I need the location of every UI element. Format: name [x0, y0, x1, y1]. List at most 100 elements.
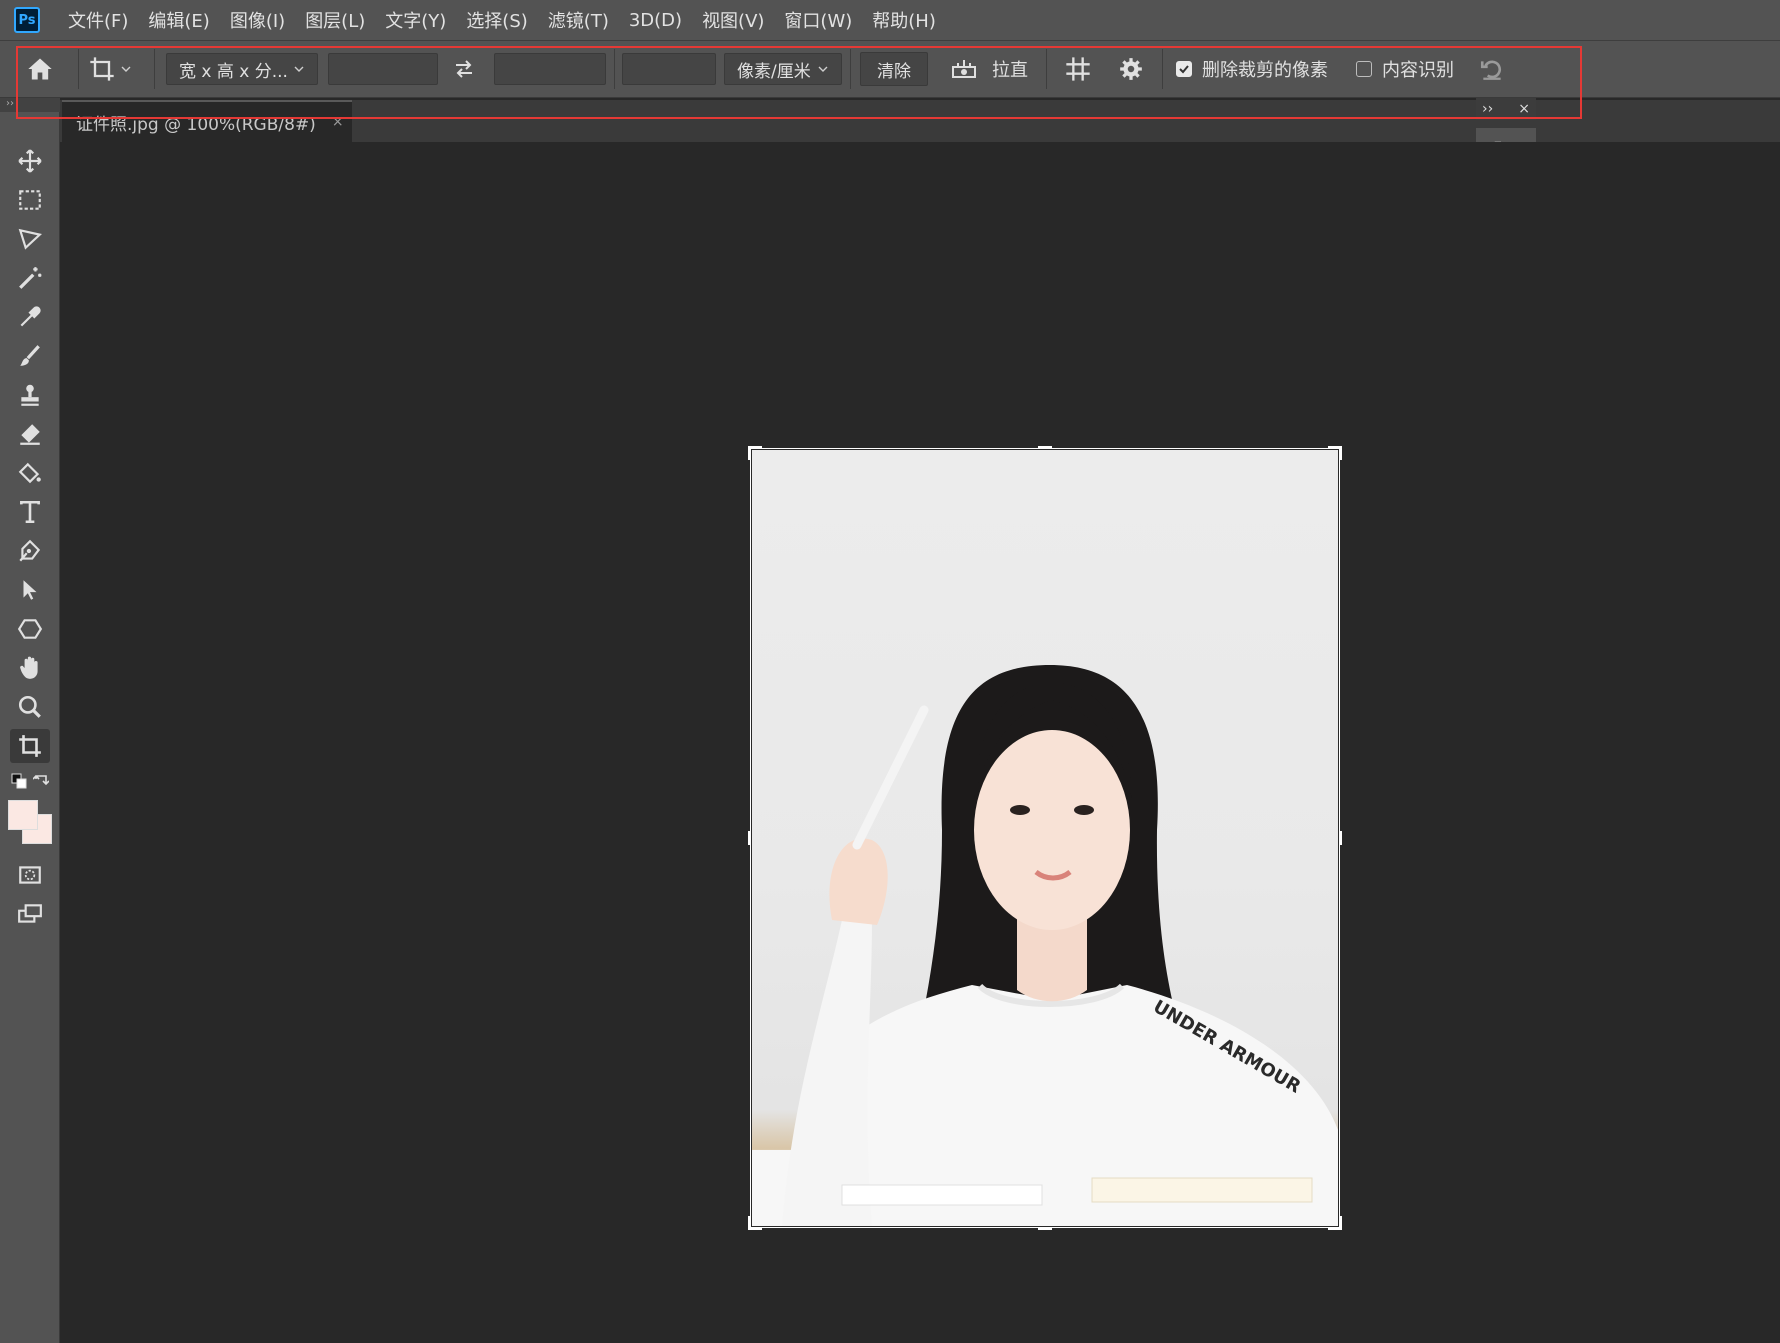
crop-handle-bottom-right-v[interactable]	[1339, 1216, 1342, 1230]
close-panel-button[interactable]: ×	[1518, 101, 1530, 117]
expand-panels-button[interactable]: ››	[1482, 101, 1493, 117]
crop-handle-bottom-left-v[interactable]	[748, 1216, 751, 1230]
unit-dropdown[interactable]: 像素/厘米	[724, 53, 842, 85]
type-tool[interactable]	[10, 495, 50, 529]
close-tab-button[interactable]: ×	[332, 114, 344, 130]
foreground-color-swatch[interactable]	[8, 800, 38, 830]
reset-crop-button[interactable]	[1478, 51, 1506, 87]
resolution-field[interactable]	[622, 53, 716, 85]
options-bar: 宽 x 高 x 分... 像素/厘米 清除 拉直 删除裁剪的像素 内容识别	[0, 40, 1780, 98]
crop-handle-top-mid[interactable]	[1038, 446, 1052, 449]
menu-type[interactable]: 文字(Y)	[385, 7, 446, 33]
pen-icon	[19, 539, 41, 562]
menu-view[interactable]: 视图(V)	[702, 7, 764, 33]
gear-icon	[1120, 58, 1142, 80]
move-tool[interactable]	[10, 144, 50, 178]
clear-button[interactable]: 清除	[860, 52, 928, 86]
delete-cropped-option[interactable]: 删除裁剪的像素	[1176, 51, 1328, 87]
magic-wand-tool[interactable]	[10, 261, 50, 295]
brush-icon	[20, 345, 40, 366]
crop-handle-top-right-v[interactable]	[1339, 446, 1342, 460]
unit-value: 像素/厘米	[737, 61, 811, 82]
paint-bucket-icon	[18, 462, 41, 484]
swap-dimensions-button[interactable]	[452, 51, 482, 87]
panel-header: ›› ×	[1476, 98, 1536, 120]
chevron-down-icon	[121, 66, 131, 72]
swap-colors-icon	[33, 775, 49, 786]
screen-mode-button[interactable]	[10, 897, 50, 931]
zoom-icon	[18, 695, 41, 718]
portrait-illustration: UNDER ARMOUR	[752, 665, 1338, 1226]
menu-help[interactable]: 帮助(H)	[872, 7, 936, 33]
stamp-icon	[21, 384, 39, 406]
crop-icon	[19, 735, 41, 757]
crop-handle-top-left-v[interactable]	[748, 446, 751, 460]
height-field[interactable]	[494, 53, 606, 85]
delete-cropped-label: 删除裁剪的像素	[1202, 60, 1328, 81]
hand-icon	[20, 656, 38, 679]
document-tab-title: 证件照.jpg @ 100%(RGB/8#)	[76, 114, 316, 135]
toolbar-collapse-arrows[interactable]: ››	[0, 98, 60, 112]
paint-bucket-tool[interactable]	[10, 456, 50, 490]
crop-settings-button[interactable]	[1118, 51, 1144, 87]
shape-tool[interactable]	[10, 612, 50, 646]
menu-filter[interactable]: 滤镜(T)	[548, 7, 609, 33]
menu-3d[interactable]: 3D(D)	[629, 10, 682, 31]
home-icon	[28, 58, 52, 80]
crop-tool-icon	[90, 57, 114, 81]
ratio-preset-value: 宽 x 高 x 分...	[179, 61, 288, 82]
zoom-tool[interactable]	[10, 690, 50, 724]
overlay-options-button[interactable]	[1064, 51, 1092, 87]
magic-wand-icon	[19, 267, 42, 289]
menu-image[interactable]: 图像(I)	[230, 7, 285, 33]
marquee-tool[interactable]	[10, 183, 50, 217]
crop-tool[interactable]	[10, 729, 50, 763]
default-colors-icon	[11, 773, 27, 789]
crop-handle-bottom-mid[interactable]	[1038, 1227, 1052, 1230]
checkmark-icon	[1179, 65, 1189, 74]
pen-tool[interactable]	[10, 534, 50, 568]
path-select-tool[interactable]	[10, 573, 50, 607]
content-aware-label: 内容识别	[1382, 60, 1454, 81]
eraser-icon	[20, 424, 40, 445]
ps-logo: Ps	[14, 7, 40, 33]
menu-layer[interactable]: 图层(L)	[305, 7, 365, 33]
path-select-icon	[23, 580, 37, 600]
eraser-tool[interactable]	[10, 417, 50, 451]
width-field[interactable]	[328, 53, 438, 85]
move-icon	[18, 149, 42, 173]
lasso-tool[interactable]	[10, 222, 50, 256]
delete-cropped-checkbox[interactable]	[1176, 61, 1192, 77]
crop-tool-preset[interactable]	[88, 51, 144, 87]
ratio-preset-dropdown[interactable]: 宽 x 高 x 分...	[166, 53, 318, 85]
eyedropper-tool[interactable]	[10, 300, 50, 334]
straighten-label: 拉直	[992, 60, 1028, 81]
home-button[interactable]	[26, 51, 62, 87]
marquee-icon	[19, 190, 41, 210]
menu-select[interactable]: 选择(S)	[466, 7, 527, 33]
brush-tool[interactable]	[10, 339, 50, 373]
content-aware-checkbox[interactable]	[1356, 61, 1372, 77]
photoshop-window: Ps 文件(F) 编辑(E) 图像(I) 图层(L) 文字(Y) 选择(S) 滤…	[0, 0, 1780, 1343]
straighten-icon	[952, 60, 976, 78]
tools-panel	[0, 112, 60, 1343]
hand-tool[interactable]	[10, 651, 50, 685]
type-icon	[20, 500, 40, 524]
straighten-button[interactable]: 拉直	[950, 51, 1028, 87]
stamp-tool[interactable]	[10, 378, 50, 412]
document-tab[interactable]: 证件照.jpg @ 100%(RGB/8#) ×	[62, 100, 352, 142]
screen-mode-icon	[18, 904, 42, 923]
swap-icon	[456, 60, 472, 78]
portrait-photo[interactable]: UNDER ARMOUR	[752, 450, 1338, 1226]
lasso-icon	[18, 228, 43, 250]
menu-file[interactable]: 文件(F)	[68, 7, 128, 33]
quick-mask-button[interactable]	[10, 858, 50, 892]
crop-handle-right-mid[interactable]	[1339, 831, 1342, 845]
crop-handle-left-mid[interactable]	[748, 831, 751, 845]
menu-window[interactable]: 窗口(W)	[784, 7, 852, 33]
quick-mask-icon	[19, 866, 41, 884]
content-aware-option[interactable]: 内容识别	[1356, 51, 1454, 87]
menu-edit[interactable]: 编辑(E)	[148, 7, 209, 33]
swap-colors-control[interactable]	[10, 768, 50, 794]
grid-overlay-icon	[1066, 57, 1090, 81]
